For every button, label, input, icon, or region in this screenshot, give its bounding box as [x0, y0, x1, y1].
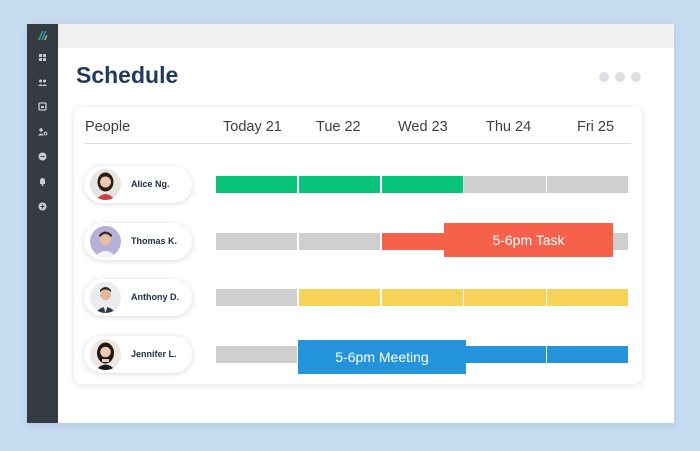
calendar-icon[interactable]	[37, 101, 48, 112]
person-name: Jennifer L.	[131, 349, 177, 359]
day-header[interactable]: Today 21	[223, 119, 282, 135]
task-event[interactable]: 5-6pm Task	[444, 223, 613, 257]
day-segment[interactable]	[216, 176, 298, 193]
more-dot-icon	[631, 72, 641, 82]
schedule-card: People Today 21 Tue 22 Wed 23 Thu 24 Fri…	[74, 107, 642, 384]
person-name: Thomas K.	[131, 236, 178, 246]
person-name: Anthony D.	[131, 292, 179, 302]
person-alice[interactable]: Alice Ng.	[84, 166, 192, 203]
page-title: Schedule	[76, 62, 179, 88]
person-name: Alice Ng.	[131, 179, 170, 189]
person-thomas[interactable]: Thomas K.	[84, 223, 192, 260]
team-icon[interactable]	[37, 77, 48, 88]
meeting-event[interactable]: 5-6pm Meeting	[298, 340, 466, 374]
task-event-label: 5-6pm Task	[492, 232, 565, 248]
person-anthony[interactable]: Anthony D.	[84, 279, 192, 316]
top-bar	[58, 24, 674, 48]
app-logo-icon[interactable]	[37, 30, 48, 41]
bell-icon[interactable]	[37, 176, 48, 187]
day-segment[interactable]	[216, 233, 298, 250]
app-window: Schedule People Today 21 Tue 22 Wed 23 T…	[27, 24, 674, 423]
thomas-avatar	[90, 226, 121, 257]
header-divider	[84, 143, 631, 144]
dashboard-grid-icon[interactable]	[37, 52, 48, 63]
day-segment[interactable]	[547, 176, 629, 193]
more-dot-icon	[615, 72, 625, 82]
person-jennifer[interactable]: Jennifer L.	[84, 336, 192, 373]
user-settings-icon[interactable]	[37, 126, 48, 137]
chat-icon[interactable]	[37, 151, 48, 162]
day-segment[interactable]	[464, 289, 546, 306]
day-segment[interactable]	[464, 346, 546, 363]
people-column-header: People	[85, 119, 131, 135]
jennifer-avatar	[90, 339, 121, 370]
day-segment[interactable]	[547, 289, 629, 306]
day-header[interactable]: Fri 25	[577, 119, 614, 135]
day-segment[interactable]	[381, 176, 463, 193]
anthony-avatar	[90, 282, 121, 313]
day-segment[interactable]	[298, 233, 381, 250]
day-segment[interactable]	[298, 176, 381, 193]
sidebar	[27, 24, 58, 423]
day-segment[interactable]	[381, 289, 463, 306]
day-header[interactable]: Wed 23	[398, 119, 448, 135]
day-segment[interactable]	[464, 176, 546, 193]
day-header[interactable]: Thu 24	[486, 119, 531, 135]
day-segment[interactable]	[547, 346, 629, 363]
more-dot-icon	[599, 72, 609, 82]
add-circle-icon[interactable]	[37, 201, 48, 212]
day-segment[interactable]	[298, 289, 381, 306]
meeting-event-label: 5-6pm Meeting	[335, 349, 429, 365]
alice-avatar	[90, 169, 121, 200]
day-segment[interactable]	[216, 346, 298, 363]
day-segment[interactable]	[216, 289, 298, 306]
day-header[interactable]: Tue 22	[316, 119, 361, 135]
